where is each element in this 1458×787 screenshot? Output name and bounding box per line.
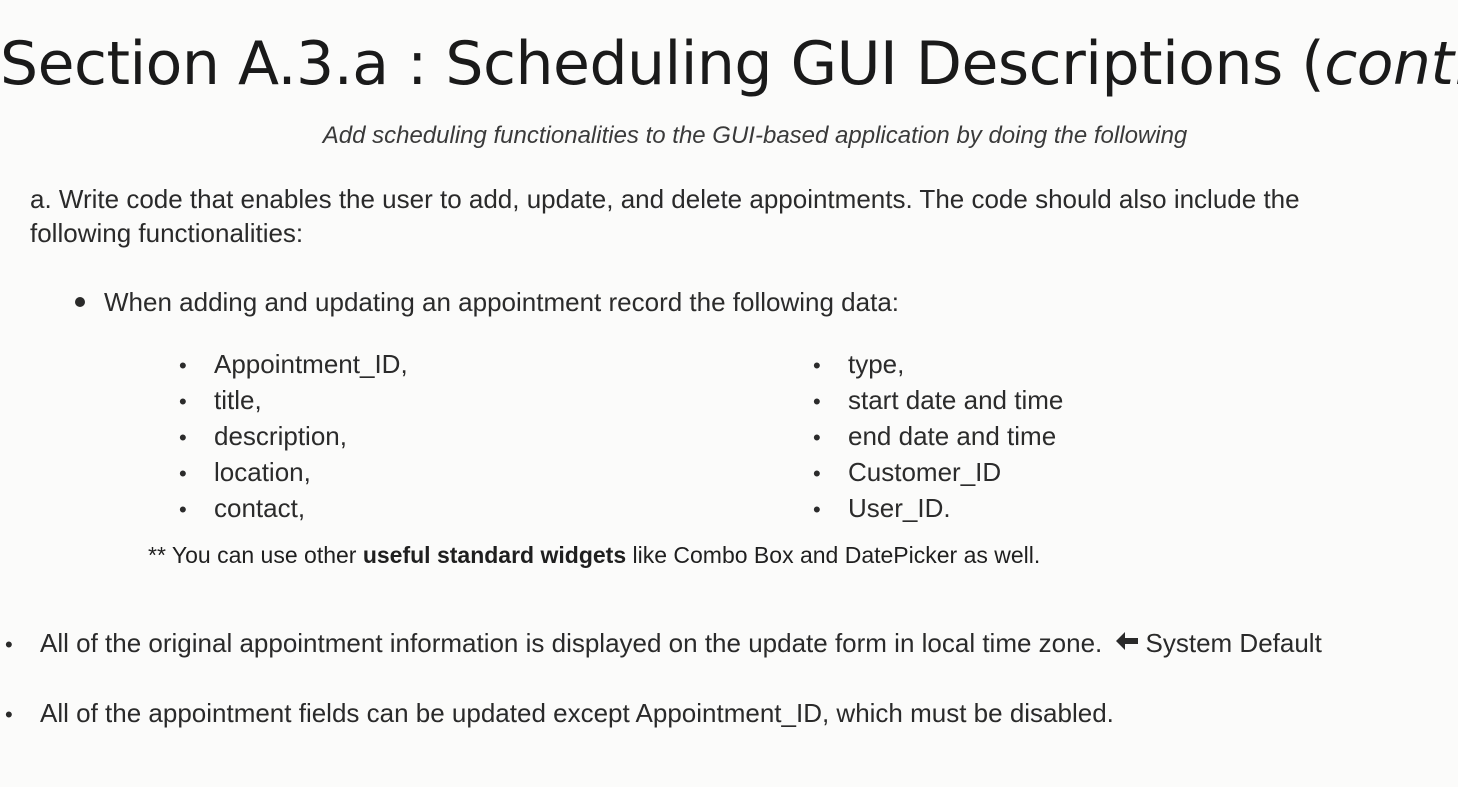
title-main: Section A.3.a : Scheduling GUI Descripti… — [0, 29, 1325, 99]
bullet-icon: • — [813, 497, 821, 522]
list-item: • title, — [179, 383, 408, 419]
intro-line-2: following functionalities: — [30, 218, 304, 248]
bullet-icon: • — [813, 461, 821, 486]
list-item: • description, — [179, 419, 408, 455]
field-name: type, — [848, 349, 905, 379]
field-name: User_ID. — [848, 493, 951, 523]
bullet-icon: • — [179, 425, 187, 450]
list-item: • Customer_ID — [813, 455, 1063, 491]
list-item: • type, — [813, 347, 1063, 383]
intro-line-1: a. Write code that enables the user to a… — [30, 184, 1300, 214]
note-prefix: ** You can use other — [148, 542, 363, 568]
list-item: • Appointment_ID, — [179, 347, 408, 383]
title-cont: cont. — [1324, 29, 1458, 99]
field-list-left: • Appointment_ID, • title, • description, •… — [179, 347, 408, 527]
list-item: • contact, — [179, 491, 408, 527]
requirement-note: System Default — [1145, 628, 1322, 658]
list-item: • start date and time — [813, 383, 1063, 419]
field-name: start date and time — [848, 385, 1064, 415]
requirement-text: All of the original appointment informat… — [40, 628, 1103, 658]
main-bullet-text: When adding and updating an appointment … — [104, 287, 900, 317]
bullet-icon: • — [5, 702, 13, 727]
field-list-right: • type, • start date and time • end date an… — [813, 347, 1063, 527]
field-name: contact, — [214, 493, 306, 523]
field-name: end date and time — [848, 421, 1057, 451]
field-name: location, — [214, 457, 311, 487]
bullet-icon: • — [813, 425, 821, 450]
widgets-note: ** You can use other useful standard wid… — [148, 539, 1040, 571]
bullet-icon: • — [813, 353, 821, 378]
note-suffix: like Combo Box and DatePicker as well. — [626, 542, 1041, 568]
bullet-icon: • — [179, 497, 187, 522]
bullet-icon: • — [813, 389, 821, 414]
list-item: • location, — [179, 455, 408, 491]
left-arrow-icon — [1114, 625, 1140, 659]
field-name: title, — [214, 385, 262, 415]
bullet-icon: • — [179, 353, 187, 378]
bullet-icon: • — [179, 461, 187, 486]
bullet-dot-icon — [75, 297, 85, 308]
subtitle: Add scheduling functionalities to the GU… — [322, 122, 1188, 149]
requirement-timezone: • All of the original appointment informa… — [5, 626, 1322, 662]
bullet-icon: • — [179, 389, 187, 414]
field-name: Customer_ID — [848, 457, 1002, 487]
bullet-icon: • — [5, 632, 13, 657]
main-bullet: When adding and updating an appointment … — [75, 285, 899, 319]
note-bold: useful standard widgets — [362, 542, 627, 568]
intro-paragraph: a. Write code that enables the user to a… — [30, 182, 1430, 250]
slide-title: Section A.3.a : Scheduling GUI Descripti… — [0, 22, 1458, 106]
requirement-disabled-id: • All of the appointment fields can be up… — [5, 696, 1114, 732]
field-name: Appointment_ID, — [214, 349, 408, 379]
field-name: description, — [214, 421, 347, 451]
requirement-text: All of the appointment fields can be upd… — [40, 698, 1114, 728]
list-item: • end date and time — [813, 419, 1063, 455]
list-item: • User_ID. — [813, 491, 1063, 527]
